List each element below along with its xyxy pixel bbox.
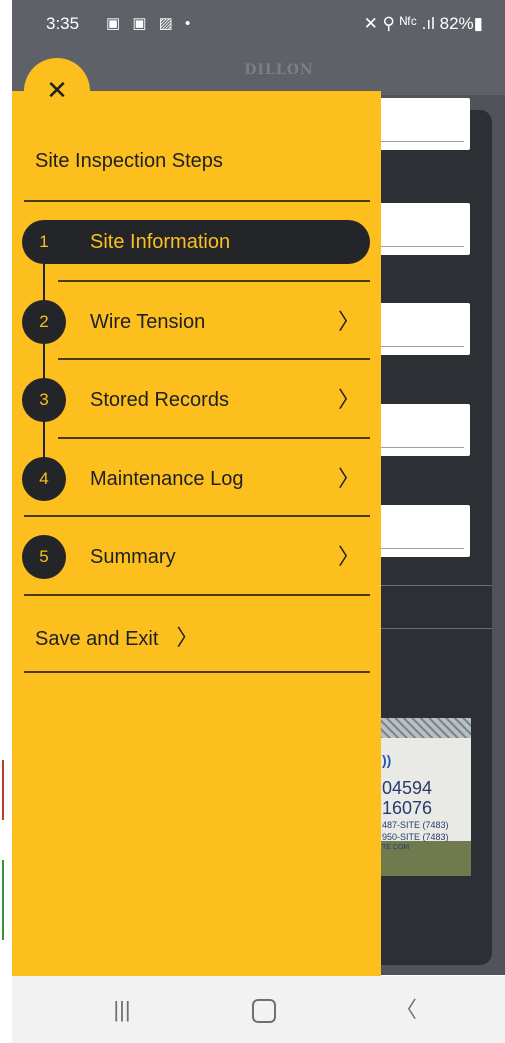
- step-maintenance-log[interactable]: 4 Maintenance Log 〉: [22, 457, 370, 501]
- drawer-title: Site Inspection Steps: [35, 150, 223, 172]
- left-edge: [0, 0, 12, 1043]
- step-label: Summary: [90, 546, 176, 568]
- save-and-exit-label: Save and Exit: [35, 628, 159, 650]
- divider: [24, 594, 370, 596]
- form-field-3[interactable]: [370, 303, 470, 355]
- photo-sign-text: 950-SITE (7483): [382, 832, 449, 842]
- form-divider: [380, 585, 492, 586]
- site-photo[interactable]: )) 04594 16076 487-SITE (7483) 950-SITE …: [380, 718, 471, 876]
- back-button[interactable]: 〈: [376, 990, 436, 1030]
- divider: [58, 437, 370, 439]
- divider: [58, 280, 370, 282]
- photo-sign-text: 487-SITE (7483): [382, 820, 449, 830]
- step-number: 4: [22, 457, 66, 501]
- step-number: 3: [22, 378, 66, 422]
- chevron-right-icon: 〉: [176, 625, 199, 650]
- status-time: 3:35: [46, 14, 80, 33]
- form-field-4[interactable]: [370, 404, 470, 456]
- step-wire-tension[interactable]: 2 Wire Tension 〉: [22, 300, 370, 344]
- android-nav-bar: ||| 〈: [12, 976, 505, 1043]
- notification-icons: ▣ ▣ ▨ •: [106, 15, 195, 32]
- step-number: 5: [22, 535, 66, 579]
- chevron-right-icon: 〉: [337, 466, 360, 491]
- app-logo: DILLON: [244, 62, 314, 78]
- photo-sign-text: )): [382, 752, 392, 768]
- chevron-right-icon: 〉: [337, 544, 360, 569]
- step-stored-records[interactable]: 3 Stored Records 〉: [22, 378, 370, 422]
- edge-mark-green: [2, 860, 4, 940]
- step-label: Wire Tension: [90, 311, 206, 333]
- photo-sign-text: 04594: [382, 778, 433, 798]
- step-number: 1: [39, 232, 49, 251]
- step-summary[interactable]: 5 Summary 〉: [22, 535, 370, 579]
- divider: [24, 671, 370, 673]
- chevron-right-icon: 〉: [337, 309, 360, 334]
- chevron-right-icon: 〉: [337, 387, 360, 412]
- step-label: Maintenance Log: [90, 468, 244, 490]
- photo-sign-text: TE.COM: [382, 844, 410, 851]
- step-connector-line: [43, 254, 45, 464]
- recents-button[interactable]: |||: [92, 990, 152, 1030]
- form-divider: [380, 628, 492, 629]
- home-button[interactable]: [234, 990, 294, 1030]
- home-icon: [252, 999, 276, 1024]
- edge-mark-red: [2, 760, 4, 820]
- step-label: Site Information: [90, 231, 231, 253]
- save-and-exit-button[interactable]: Save and Exit 〉: [35, 618, 198, 658]
- step-label: Stored Records: [90, 389, 229, 411]
- divider: [24, 200, 370, 202]
- divider: [24, 515, 370, 517]
- photo-fence: [380, 718, 471, 738]
- close-icon[interactable]: ✕: [24, 70, 90, 110]
- step-site-information[interactable]: 1 Site Information: [22, 220, 370, 264]
- step-number: 2: [22, 300, 66, 344]
- form-field-2[interactable]: [370, 203, 470, 255]
- form-field-5[interactable]: [370, 505, 470, 557]
- status-bar: 3:35 ▣ ▣ ▨ • ✕ ⚲ ᴺᶠᶜ .ıl 82%▮: [12, 14, 505, 38]
- photo-sign-text: 16076: [382, 798, 433, 818]
- system-status-icons: ✕ ⚲ ᴺᶠᶜ .ıl 82%▮: [363, 14, 483, 33]
- divider: [58, 358, 370, 360]
- form-field-1[interactable]: [370, 98, 470, 150]
